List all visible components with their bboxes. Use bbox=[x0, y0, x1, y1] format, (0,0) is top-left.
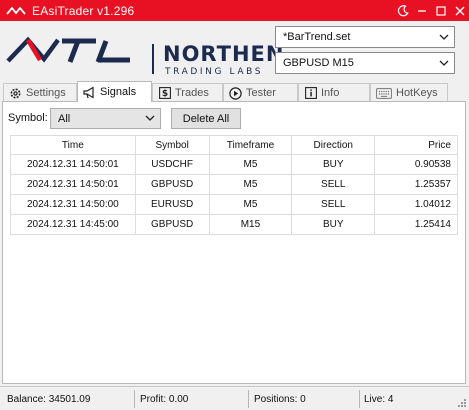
cell-direction: SELL bbox=[292, 175, 376, 194]
header: NORTHEN TRADING LABS *BarTrend.set GBPUS… bbox=[0, 21, 469, 80]
minimize-button[interactable] bbox=[412, 0, 431, 21]
cell-time: 2024.12.31 14:50:00 bbox=[11, 195, 136, 214]
status-divider bbox=[248, 390, 249, 408]
symbol-filter-value: All bbox=[58, 112, 71, 125]
status-divider bbox=[359, 390, 360, 408]
symbol-timeframe-select[interactable]: GBPUSD M15 bbox=[275, 52, 455, 74]
svg-text:$: $ bbox=[161, 89, 167, 99]
tab-trades[interactable]: $ Trades bbox=[152, 83, 223, 102]
chevron-down-icon bbox=[145, 113, 155, 123]
cell-direction: SELL bbox=[292, 195, 376, 214]
status-profit: Profit: 0.00 bbox=[140, 393, 189, 405]
cell-direction: BUY bbox=[292, 155, 376, 174]
chevron-down-icon bbox=[439, 58, 449, 68]
company-logo: NORTHEN TRADING LABS bbox=[6, 31, 283, 77]
cell-time: 2024.12.31 14:45:00 bbox=[11, 215, 136, 234]
tab-tester[interactable]: Tester bbox=[223, 83, 298, 102]
brand-name: NORTHEN bbox=[163, 42, 285, 66]
tab-settings-label: Settings bbox=[26, 87, 66, 99]
info-icon bbox=[304, 87, 317, 100]
column-header-price[interactable]: Price bbox=[375, 136, 458, 154]
brand-tagline: TRADING LABS bbox=[165, 67, 264, 77]
cell-timeframe: M5 bbox=[210, 195, 293, 214]
cell-price: 1.25357 bbox=[375, 175, 458, 194]
symbol-filter-label: Symbol: bbox=[8, 112, 48, 124]
tab-hotkeys-label: HotKeys bbox=[396, 87, 438, 99]
cell-timeframe: M5 bbox=[210, 155, 293, 174]
settings-file-value: *BarTrend.set bbox=[283, 31, 351, 43]
keyboard-icon bbox=[376, 87, 392, 100]
cell-symbol: GBPUSD bbox=[136, 215, 210, 234]
cell-symbol: USDCHF bbox=[136, 155, 210, 174]
column-header-timeframe[interactable]: Timeframe bbox=[210, 136, 293, 154]
delete-all-button[interactable]: Delete All bbox=[171, 108, 241, 129]
logo-divider bbox=[152, 44, 154, 74]
cell-direction: BUY bbox=[292, 215, 376, 234]
resize-grip-icon[interactable] bbox=[457, 398, 467, 408]
tab-bar: Settings Signals $ Trades Tester Info Ho… bbox=[0, 81, 469, 102]
maximize-button[interactable] bbox=[431, 0, 450, 21]
signals-panel: Symbol: All Delete All Time Symbol Timef… bbox=[2, 101, 466, 384]
signals-table: Time Symbol Timeframe Direction Price 20… bbox=[10, 135, 458, 235]
tab-settings[interactable]: Settings bbox=[3, 83, 77, 102]
table-row[interactable]: 2024.12.31 14:50:01 USDCHF M5 BUY 0.9053… bbox=[11, 155, 458, 175]
ntl-logo-icon bbox=[6, 36, 130, 63]
table-row[interactable]: 2024.12.31 14:45:00 GBPUSD M15 BUY 1.254… bbox=[11, 215, 458, 235]
chevron-down-icon bbox=[439, 32, 449, 42]
cell-price: 1.25414 bbox=[375, 215, 458, 234]
symbol-timeframe-value: GBPUSD M15 bbox=[283, 57, 354, 69]
table-row[interactable]: 2024.12.31 14:50:01 GBPUSD M5 SELL 1.253… bbox=[11, 175, 458, 195]
status-balance: Balance: 34501.09 bbox=[7, 393, 91, 405]
column-header-symbol[interactable]: Symbol bbox=[136, 136, 210, 154]
megaphone-icon bbox=[83, 85, 96, 99]
app-logo-icon bbox=[6, 4, 26, 18]
tab-trades-label: Trades bbox=[175, 87, 209, 99]
cell-time: 2024.12.31 14:50:01 bbox=[11, 155, 136, 174]
title-bar: EAsiTrader v1.296 bbox=[0, 0, 469, 21]
table-header: Time Symbol Timeframe Direction Price bbox=[11, 135, 458, 155]
status-bar: Balance: 34501.09 Profit: 0.00 Positions… bbox=[0, 386, 469, 410]
gear-icon bbox=[9, 87, 22, 100]
status-divider bbox=[134, 390, 135, 408]
status-positions: Positions: 0 bbox=[254, 393, 306, 405]
tab-info[interactable]: Info bbox=[298, 83, 370, 102]
cell-symbol: GBPUSD bbox=[136, 175, 210, 194]
close-button[interactable] bbox=[450, 0, 469, 21]
tab-signals-label: Signals bbox=[100, 86, 137, 98]
tab-tester-label: Tester bbox=[246, 87, 276, 99]
window-title: EAsiTrader v1.296 bbox=[32, 3, 135, 18]
play-icon bbox=[229, 86, 242, 100]
cell-timeframe: M15 bbox=[210, 215, 293, 234]
cell-timeframe: M5 bbox=[210, 175, 293, 194]
settings-file-select[interactable]: *BarTrend.set bbox=[275, 26, 455, 48]
status-live: Live: 4 bbox=[364, 393, 394, 405]
tab-info-label: Info bbox=[321, 87, 340, 99]
column-header-time[interactable]: Time bbox=[11, 136, 136, 154]
cell-price: 1.04012 bbox=[375, 195, 458, 214]
dark-mode-toggle-icon[interactable] bbox=[393, 0, 412, 21]
cell-price: 0.90538 bbox=[375, 155, 458, 174]
symbol-filter-select[interactable]: All bbox=[50, 108, 161, 129]
column-header-direction[interactable]: Direction bbox=[292, 136, 376, 154]
cell-symbol: EURUSD bbox=[136, 195, 210, 214]
cell-time: 2024.12.31 14:50:01 bbox=[11, 175, 136, 194]
table-row[interactable]: 2024.12.31 14:50:00 EURUSD M5 SELL 1.040… bbox=[11, 195, 458, 215]
dollar-icon: $ bbox=[158, 87, 171, 100]
tab-signals[interactable]: Signals bbox=[77, 81, 152, 102]
tab-hotkeys[interactable]: HotKeys bbox=[370, 83, 448, 102]
